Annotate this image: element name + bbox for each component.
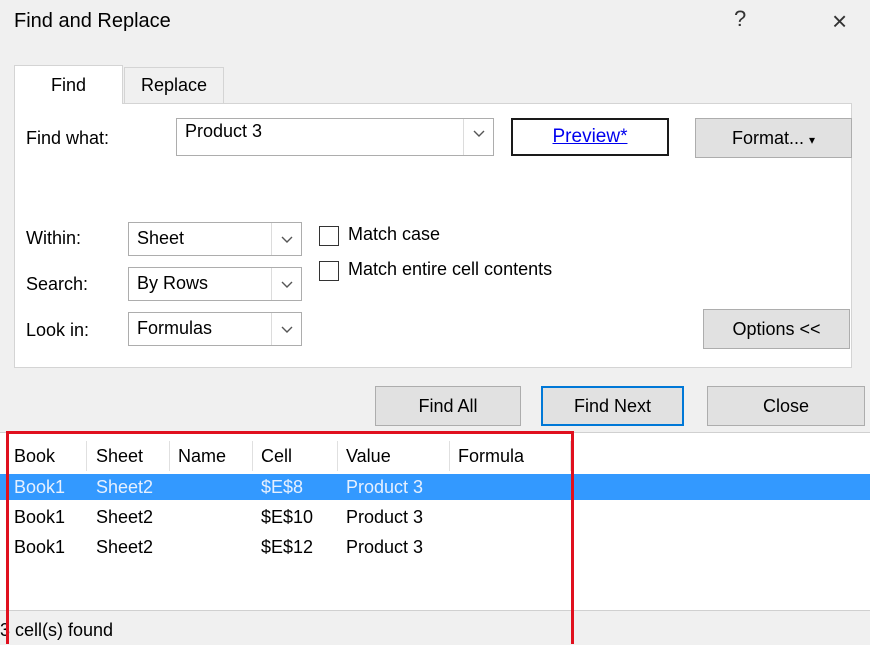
chevron-down-icon[interactable] [271, 268, 301, 300]
table-row[interactable]: Book1 Sheet2 $E$8 Product 3 [0, 474, 870, 500]
format-preview: Preview* [511, 118, 669, 156]
column-divider[interactable] [169, 441, 170, 471]
column-header-formula[interactable]: Formula [458, 446, 524, 467]
tab-find[interactable]: Find [14, 65, 123, 104]
search-label: Search: [26, 274, 89, 294]
chevron-down-icon[interactable] [463, 119, 493, 155]
cell-book: Book1 [14, 477, 66, 497]
search-value: By Rows [137, 273, 209, 293]
options-button[interactable]: Options << [703, 309, 850, 349]
match-case-label: Match case [348, 224, 441, 244]
search-select[interactable]: By Rows [128, 267, 302, 301]
find-next-button[interactable]: Find Next [541, 386, 684, 426]
look-in-label: Look in: [26, 320, 90, 340]
help-icon[interactable]: ? [734, 6, 746, 32]
table-row[interactable]: Book1 Sheet2 $E$12 Product 3 [0, 534, 870, 560]
within-value: Sheet [137, 228, 185, 248]
column-divider[interactable] [86, 441, 87, 471]
column-divider[interactable] [337, 441, 338, 471]
dropdown-caret-icon: ▾ [809, 133, 816, 147]
find-what-label: Find what: [26, 128, 110, 148]
cell-sheet: Sheet2 [96, 477, 154, 497]
format-button-label: Format... [731, 128, 804, 148]
column-divider[interactable] [570, 441, 571, 471]
close-icon[interactable]: × [832, 6, 847, 37]
cell-value: Product 3 [346, 507, 424, 527]
match-entire-checkbox[interactable] [319, 261, 339, 281]
look-in-value: Formulas [137, 318, 213, 338]
status-bar [0, 610, 870, 645]
format-button[interactable]: Format... ▾ [695, 118, 852, 158]
chevron-down-icon[interactable] [271, 313, 301, 345]
column-header-cell[interactable]: Cell [261, 446, 292, 467]
column-header-name[interactable]: Name [178, 446, 226, 467]
tab-replace[interactable]: Replace [124, 67, 224, 103]
cell-sheet: Sheet2 [96, 507, 154, 527]
chevron-down-icon[interactable] [271, 223, 301, 255]
look-in-select[interactable]: Formulas [128, 312, 302, 346]
within-label: Within: [26, 228, 82, 248]
cell-value: Product 3 [346, 537, 424, 557]
column-divider[interactable] [252, 441, 253, 471]
match-entire-label: Match entire cell contents [348, 259, 553, 279]
column-header-value[interactable]: Value [346, 446, 391, 467]
within-select[interactable]: Sheet [128, 222, 302, 256]
find-all-button[interactable]: Find All [375, 386, 521, 426]
column-header-book[interactable]: Book [14, 446, 55, 467]
close-button[interactable]: Close [707, 386, 865, 426]
results-status: 3 cell(s) found [0, 620, 114, 640]
cell-book: Book1 [14, 537, 66, 557]
cell-address: $E$12 [261, 537, 314, 557]
cell-book: Book1 [14, 507, 66, 527]
cell-sheet: Sheet2 [96, 537, 154, 557]
table-row[interactable]: Book1 Sheet2 $E$10 Product 3 [0, 504, 870, 530]
column-divider[interactable] [449, 441, 450, 471]
cell-address: $E$8 [261, 477, 304, 497]
window-title: Find and Replace [14, 10, 171, 32]
cell-address: $E$10 [261, 507, 314, 527]
cell-value: Product 3 [346, 477, 424, 497]
match-case-checkbox[interactable] [319, 226, 339, 246]
find-what-combo[interactable]: Product 3 [176, 118, 494, 156]
column-header-sheet[interactable]: Sheet [96, 446, 143, 467]
find-what-value: Product 3 [185, 121, 263, 141]
